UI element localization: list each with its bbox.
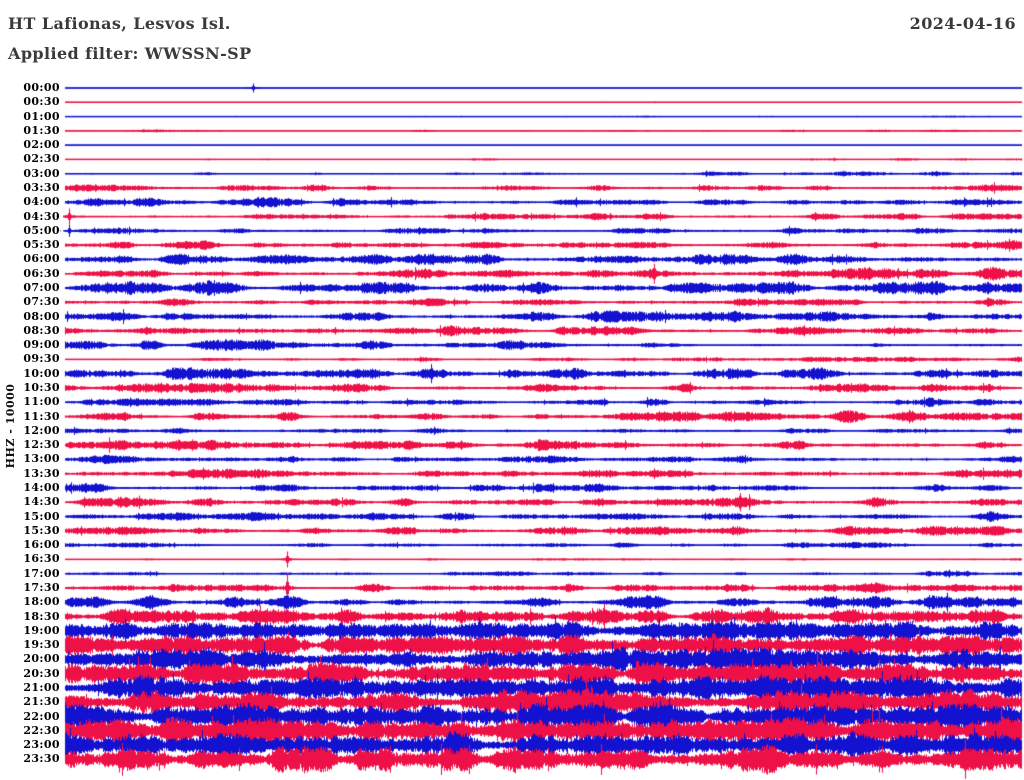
time-label: 14:30 (23, 495, 60, 509)
time-label: 06:00 (23, 252, 60, 266)
time-label: 07:00 (23, 280, 60, 294)
time-label: 16:00 (23, 538, 60, 552)
time-label: 11:00 (23, 395, 60, 409)
time-label: 21:30 (23, 695, 60, 709)
time-label: 22:00 (23, 709, 60, 723)
helicorder-page: HT Lafionas, Lesvos Isl. Applied filter:… (0, 0, 1024, 780)
time-label: 14:00 (23, 480, 60, 494)
time-label: 23:00 (23, 738, 60, 752)
time-label: 01:00 (23, 109, 60, 123)
time-label: 02:30 (23, 152, 60, 166)
time-label: 16:30 (23, 552, 60, 566)
time-label: 23:30 (23, 752, 60, 766)
time-label: 05:00 (23, 223, 60, 237)
time-label: 15:00 (23, 509, 60, 523)
time-label: 17:30 (23, 580, 60, 594)
time-label: 00:30 (23, 95, 60, 109)
time-label: 06:30 (23, 266, 60, 280)
time-label: 13:30 (23, 466, 60, 480)
time-label: 10:00 (23, 366, 60, 380)
time-label: 19:00 (23, 623, 60, 637)
time-label: 08:30 (23, 323, 60, 337)
time-label: 08:00 (23, 309, 60, 323)
seismogram-traces (0, 0, 1024, 780)
time-label: 00:00 (23, 81, 60, 94)
time-label: 20:00 (23, 652, 60, 666)
time-label: 09:00 (23, 338, 60, 352)
time-label: 03:00 (23, 166, 60, 180)
time-label: 05:30 (23, 238, 60, 252)
time-label: 11:30 (23, 409, 60, 423)
time-label: 04:30 (23, 209, 60, 223)
time-label: 15:30 (23, 523, 60, 537)
time-label: 10:30 (23, 380, 60, 394)
time-label: 12:00 (23, 423, 60, 437)
time-label: 07:30 (23, 295, 60, 309)
time-label: 02:00 (23, 138, 60, 152)
time-label: 18:00 (23, 595, 60, 609)
time-label: 04:00 (23, 195, 60, 209)
time-label: 17:00 (23, 566, 60, 580)
date-label: 2024-04-16 (909, 14, 1016, 33)
time-label: 12:30 (23, 438, 60, 452)
time-label: 13:00 (23, 452, 60, 466)
time-label: 03:30 (23, 180, 60, 194)
time-label: 01:30 (23, 123, 60, 137)
time-label: 18:30 (23, 609, 60, 623)
time-axis: 00:00 00:30 01:00 01:30 02:00 02:30 03:00 03:30… (0, 0, 62, 780)
time-label: 21:00 (23, 680, 60, 694)
time-label: 19:30 (23, 638, 60, 652)
time-label: 22:30 (23, 723, 60, 737)
time-label: 20:30 (23, 666, 60, 680)
time-label: 09:30 (23, 352, 60, 366)
